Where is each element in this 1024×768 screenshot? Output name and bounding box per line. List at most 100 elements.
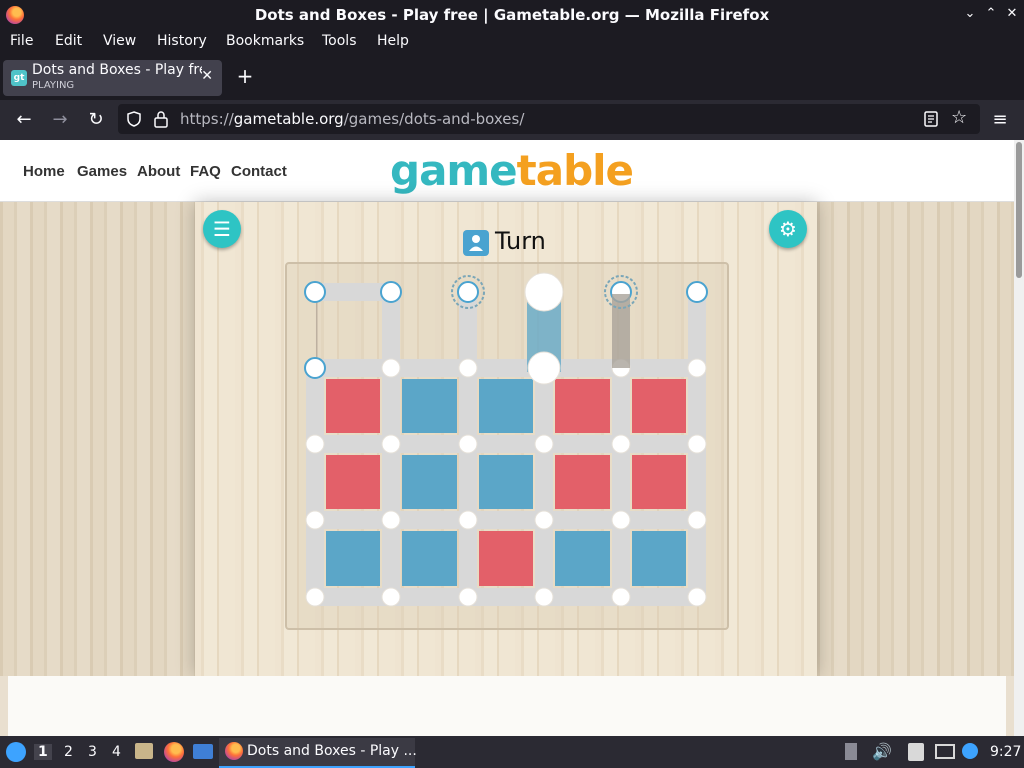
grid-dot[interactable] [305,510,325,530]
placed-line [612,368,630,597]
placed-line [315,359,697,377]
url-text[interactable]: https://gametable.org/games/dots-and-box… [180,110,524,128]
nav-about[interactable]: About [137,163,180,180]
file-manager-icon[interactable] [135,743,153,759]
menu-edit[interactable]: Edit [55,33,82,49]
maximize-icon[interactable]: ⌃ [983,6,999,21]
minimize-icon[interactable]: ⌄ [962,6,978,21]
desktop-icon[interactable] [193,744,213,759]
firefox-launcher-icon[interactable] [164,742,184,762]
box-red [326,379,380,433]
grid-dot[interactable] [304,357,326,379]
reload-icon[interactable]: ↻ [84,108,108,132]
box-blue [479,379,533,433]
content-section-below [8,676,1006,736]
grid-dot[interactable] [305,587,325,607]
grid-dot[interactable] [304,281,326,303]
placed-line [688,292,706,368]
grid-dot[interactable] [381,358,401,378]
clock: 9:27 [990,744,1022,760]
menu-tools[interactable]: Tools [322,33,357,49]
tray-storage-icon[interactable] [845,743,857,760]
grid-dot[interactable] [381,587,401,607]
grid-dot[interactable] [305,434,325,454]
placed-line [382,368,400,597]
menu-bar: File Edit View History Bookmarks Tools H… [0,30,1024,56]
grid-dot[interactable] [458,510,478,530]
grid-dot[interactable] [380,281,402,303]
firefox-task-icon [225,742,243,760]
close-window-icon[interactable]: ✕ [1004,6,1020,21]
grid-dot[interactable] [687,358,707,378]
network-icon[interactable] [935,744,955,759]
hover-line-preview [612,294,630,368]
volume-icon[interactable]: 🔊 [872,742,892,761]
lock-icon[interactable] [154,110,168,128]
menu-bookmarks[interactable]: Bookmarks [226,33,304,49]
url-bar[interactable]: https://gametable.org/games/dots-and-box… [118,104,980,134]
placed-line [315,588,697,606]
grid-dot[interactable] [687,587,707,607]
placed-line [315,283,391,301]
site-header: Home Games About FAQ Contact gametable [0,140,1014,202]
grid-dot[interactable] [611,587,631,607]
grid-dot[interactable] [611,510,631,530]
workspace-1[interactable]: 1 [34,744,52,760]
nav-contact[interactable]: Contact [231,163,287,180]
grid-dot[interactable] [686,281,708,303]
workspace-2[interactable]: 2 [64,744,73,760]
box-blue [402,531,457,586]
drag-handle-bottom[interactable] [527,351,561,385]
nav-faq[interactable]: FAQ [190,163,221,180]
box-blue [326,531,380,586]
clipboard-icon[interactable] [908,743,924,761]
menu-help[interactable]: Help [377,33,409,49]
box-blue [402,379,457,433]
nav-home[interactable]: Home [23,163,65,180]
tab-dots-and-boxes[interactable]: gt Dots and Boxes - Play free | Gametabl… [3,60,222,96]
taskbar: 1 2 3 4 🔊 9:27 [0,736,1024,768]
grid-dot[interactable] [534,434,554,454]
taskbar-task-firefox[interactable]: Dots and Boxes - Play ... [219,738,417,768]
grid-dot[interactable] [687,434,707,454]
bookmark-star-icon[interactable]: ☆ [951,107,967,128]
grid-dot[interactable] [611,434,631,454]
reader-view-icon[interactable] [924,111,938,127]
workspace-4[interactable]: 4 [112,744,121,760]
wood-background-right [817,202,1014,676]
placed-line [315,435,697,453]
placed-line [688,368,706,597]
new-tab-icon[interactable]: + [234,64,256,88]
forward-icon[interactable]: → [48,108,72,132]
gametable-logo[interactable]: gametable [390,146,634,195]
drag-handle-top[interactable] [524,272,564,312]
taskbar-task-label: Dots and Boxes - Play ... [247,743,417,759]
tab-title: Dots and Boxes - Play free | Gametable.o… [32,62,202,78]
grid-dot[interactable] [458,587,478,607]
app-menu-icon[interactable]: ≡ [988,108,1012,132]
start-menu-icon[interactable] [6,742,26,762]
grid-dot[interactable] [458,358,478,378]
menu-view[interactable]: View [103,33,136,49]
notification-icon[interactable] [962,743,978,759]
wood-background-left [0,202,195,676]
grid-dot[interactable] [687,510,707,530]
placed-line [306,368,324,597]
grid-dot[interactable] [381,434,401,454]
grid-dot[interactable] [381,510,401,530]
grid-dot[interactable] [534,587,554,607]
web-page: Home Games About FAQ Contact gametable ☰… [0,140,1014,736]
scrollbar-thumb[interactable] [1016,142,1022,278]
workspace-3[interactable]: 3 [88,744,97,760]
grid-dot[interactable] [457,281,479,303]
back-icon[interactable]: ← [12,108,36,132]
menu-history[interactable]: History [157,33,207,49]
box-blue [632,531,686,586]
nav-games[interactable]: Games [77,163,127,180]
menu-file[interactable]: File [10,33,33,49]
gametable-favicon-icon: gt [11,70,27,86]
tracking-protection-icon[interactable] [126,111,142,127]
grid-dot[interactable] [534,510,554,530]
grid-dot[interactable] [458,434,478,454]
close-tab-icon[interactable]: ✕ [201,68,213,84]
